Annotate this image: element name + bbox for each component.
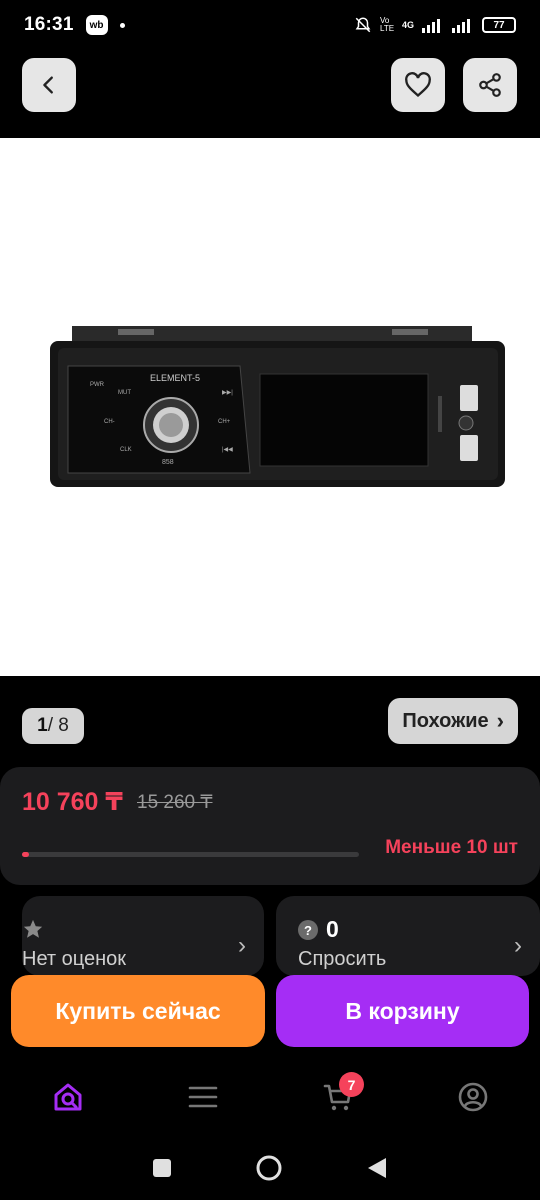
buy-now-button[interactable]: Купить сейчас bbox=[11, 975, 265, 1047]
star-icon bbox=[23, 919, 43, 938]
recents-icon[interactable] bbox=[152, 1158, 172, 1178]
home-search-icon bbox=[54, 1083, 81, 1111]
back-button[interactable] bbox=[22, 58, 76, 112]
status-time: 16:31 bbox=[24, 14, 74, 35]
notification-dot-icon bbox=[119, 22, 125, 28]
volte-label: Vo LTE bbox=[379, 16, 395, 33]
favorite-button[interactable] bbox=[391, 58, 445, 112]
similar-label: Похожие bbox=[402, 709, 489, 732]
stock-progress-fill bbox=[22, 852, 29, 857]
network-label: 4G bbox=[401, 20, 414, 30]
product-image[interactable]: ELEMENT-5 PWR MUT ▶▶| CH- CH+ CLK |◀◀ 85… bbox=[0, 138, 540, 676]
questions-card[interactable]: ? 0 Спросить › bbox=[276, 896, 540, 976]
stock-progress bbox=[22, 852, 359, 857]
rating-label: Нет оценок bbox=[22, 948, 127, 970]
cart-count-badge: 7 bbox=[339, 1072, 364, 1097]
gallery-counter: 1/ 8 bbox=[22, 708, 84, 744]
bottom-tab-bar bbox=[0, 1064, 540, 1130]
car-radio-photo: ELEMENT-5 PWR MUT ▶▶| CH- CH+ CLK |◀◀ 85… bbox=[50, 326, 505, 487]
back-nav-icon[interactable] bbox=[366, 1156, 388, 1180]
svg-text:ELEMENT-5: ELEMENT-5 bbox=[150, 373, 200, 383]
share-icon bbox=[479, 73, 501, 97]
gallery-total: / 8 bbox=[47, 715, 69, 736]
signal-icon bbox=[422, 19, 440, 33]
chevron-left-icon bbox=[43, 76, 53, 94]
tab-catalog[interactable] bbox=[135, 1064, 270, 1130]
svg-text:|◀◀: |◀◀ bbox=[222, 447, 233, 453]
svg-text:CH+: CH+ bbox=[218, 419, 231, 425]
menu-icon bbox=[188, 1086, 217, 1108]
svg-text:858: 858 bbox=[162, 459, 174, 466]
signal-icon-2 bbox=[452, 19, 470, 33]
price-card: 10 760 ₸ 15 260 ₸ Меньше 10 шт bbox=[0, 767, 540, 885]
current-price: 10 760 ₸ bbox=[22, 788, 123, 816]
svg-text:MUT: MUT bbox=[118, 390, 131, 396]
stock-text: Меньше 10 шт bbox=[385, 837, 518, 858]
share-button[interactable] bbox=[463, 58, 517, 112]
mute-icon bbox=[355, 17, 371, 33]
rating-card[interactable]: Нет оценок › bbox=[22, 896, 264, 976]
profile-icon bbox=[458, 1082, 487, 1112]
svg-text:▶▶|: ▶▶| bbox=[222, 390, 233, 396]
tab-cart[interactable] bbox=[270, 1064, 405, 1130]
svg-text:PWR: PWR bbox=[90, 382, 105, 388]
tab-home[interactable] bbox=[0, 1064, 135, 1130]
svg-text:CLK: CLK bbox=[120, 447, 132, 453]
old-price: 15 260 ₸ bbox=[137, 792, 213, 813]
status-icons: Vo LTE 4G 77 bbox=[354, 16, 516, 34]
chevron-right-icon: › bbox=[238, 932, 246, 959]
add-to-cart-button[interactable]: В корзину bbox=[276, 975, 529, 1047]
status-bar: 16:31 wb Vo LTE 4G 77 bbox=[0, 0, 540, 50]
wb-app-icon: wb bbox=[85, 15, 108, 35]
system-navigation bbox=[0, 1135, 540, 1200]
heart-icon bbox=[405, 72, 431, 98]
questions-count: 0 bbox=[326, 916, 339, 942]
question-icon: ? bbox=[298, 920, 318, 940]
ask-label: Спросить bbox=[298, 948, 387, 970]
gallery-current: 1 bbox=[37, 715, 48, 736]
svg-text:CH-: CH- bbox=[104, 419, 115, 425]
similar-button[interactable]: Похожие › bbox=[388, 698, 518, 744]
chevron-right-icon: › bbox=[496, 708, 504, 733]
battery-indicator: 77 bbox=[482, 17, 516, 33]
chevron-right-icon: › bbox=[514, 932, 522, 959]
home-icon[interactable] bbox=[255, 1154, 283, 1182]
tab-profile[interactable] bbox=[405, 1064, 540, 1130]
top-nav bbox=[0, 50, 540, 138]
